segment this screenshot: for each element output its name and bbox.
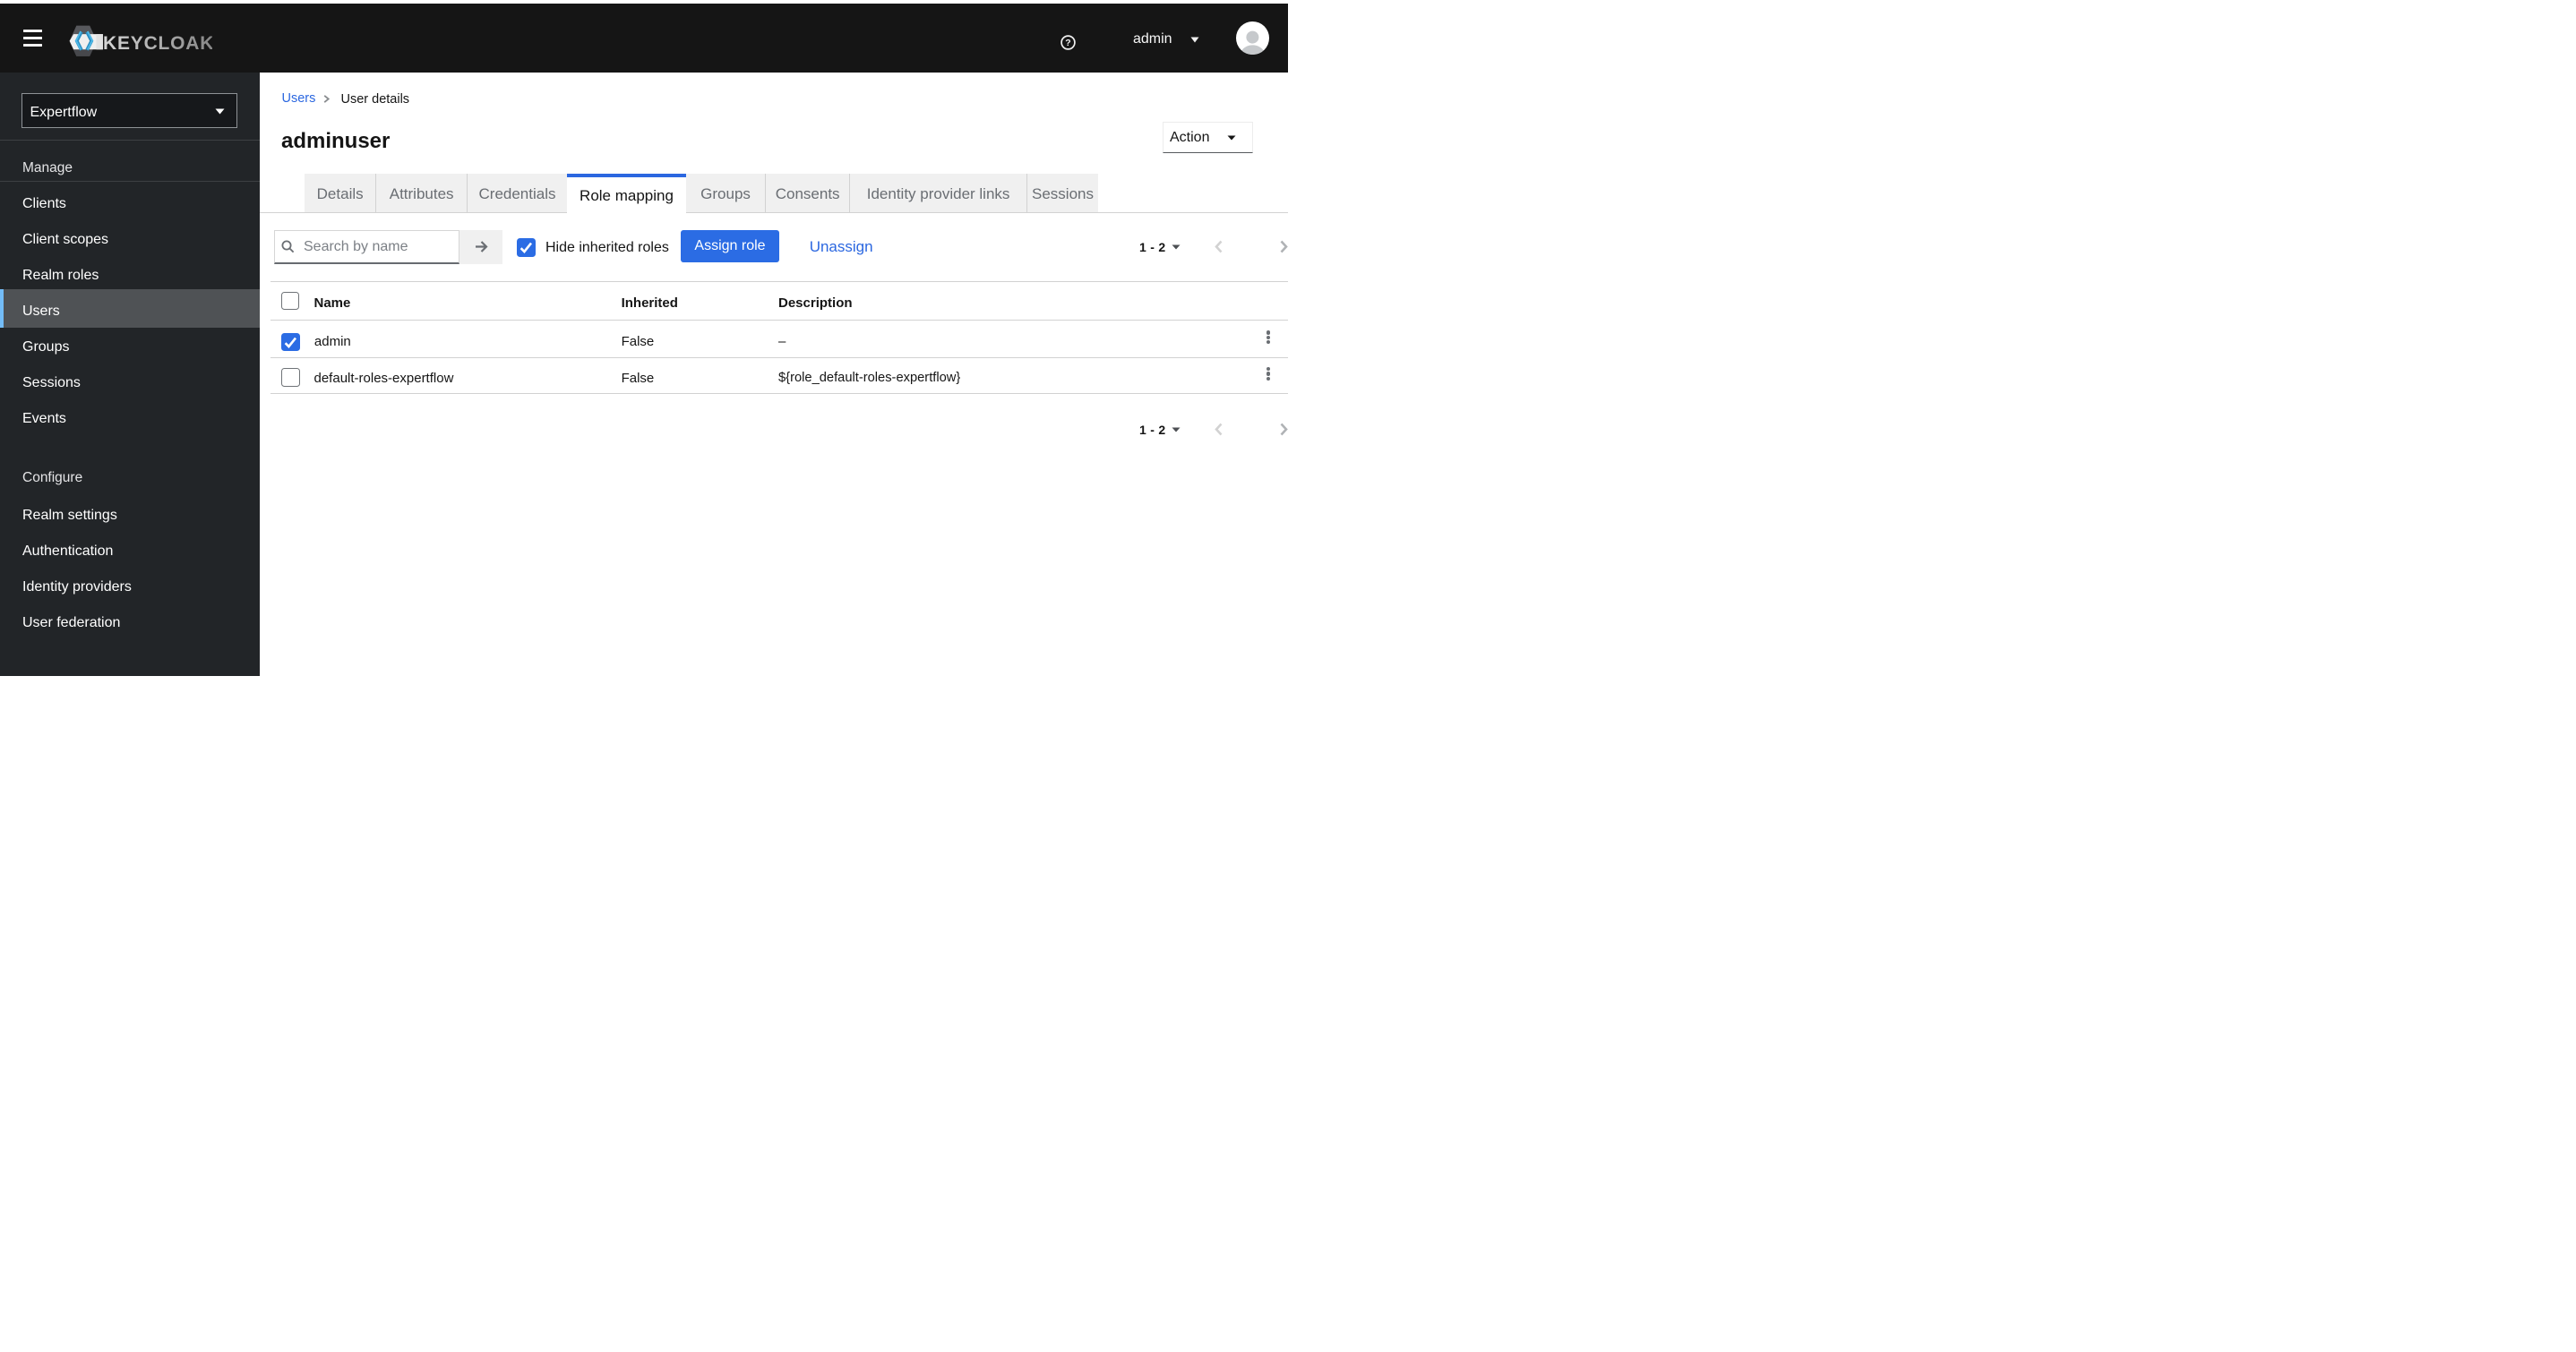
svg-text:KEYCLOAK: KEYCLOAK	[103, 33, 212, 54]
svg-text:?: ?	[1065, 38, 1070, 48]
